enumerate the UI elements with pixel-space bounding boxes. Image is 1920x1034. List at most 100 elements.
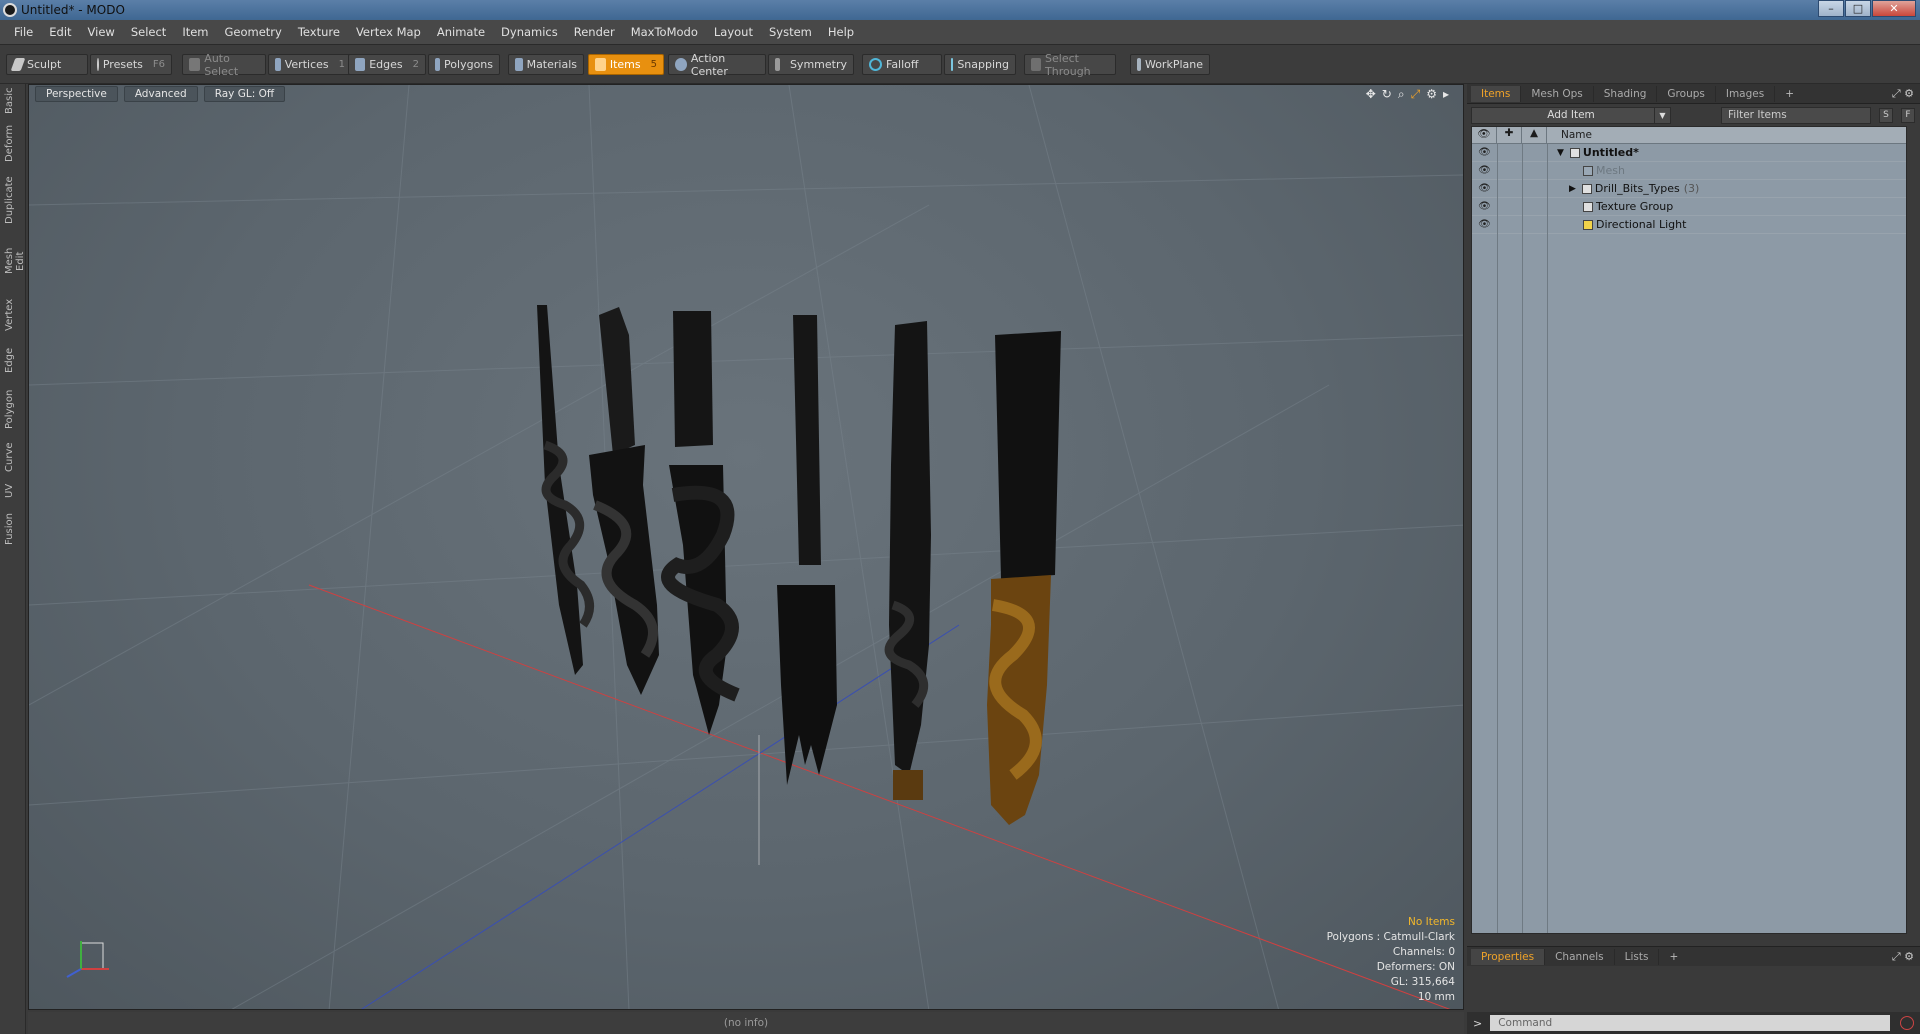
tree-row-directional-light[interactable]: 👁 Directional Light bbox=[1472, 216, 1906, 234]
snapping-icon bbox=[951, 58, 954, 71]
properties-panel-tabs: Properties Channels Lists + ⤢ ⚙ bbox=[1467, 946, 1920, 966]
menu-geometry[interactable]: Geometry bbox=[217, 25, 290, 39]
polygons-button[interactable]: Polygons bbox=[428, 54, 500, 75]
tab-properties[interactable]: Properties bbox=[1471, 948, 1546, 965]
menu-select[interactable]: Select bbox=[123, 25, 174, 39]
minimize-button[interactable]: – bbox=[1818, 0, 1844, 17]
auto-select-button[interactable]: Auto Select bbox=[182, 52, 266, 78]
presets-icon bbox=[97, 58, 99, 71]
menu-layout[interactable]: Layout bbox=[706, 25, 761, 39]
eye-icon[interactable]: 👁 bbox=[1472, 165, 1497, 176]
menu-view[interactable]: View bbox=[80, 25, 123, 39]
menu-render[interactable]: Render bbox=[566, 25, 623, 39]
menu-edit[interactable]: Edit bbox=[41, 25, 79, 39]
falloff-button[interactable]: Falloff bbox=[862, 54, 942, 75]
close-button[interactable]: ✕ bbox=[1872, 0, 1916, 17]
rotate-view-icon[interactable]: ↻ bbox=[1382, 87, 1392, 102]
fit-view-icon[interactable]: ⤢ bbox=[1411, 87, 1421, 102]
menu-texture[interactable]: Texture bbox=[290, 25, 348, 39]
search-toggle-button[interactable]: S bbox=[1879, 107, 1893, 123]
left-tool-tabs: Basic Deform Duplicate Mesh Edit Vertex … bbox=[0, 84, 26, 1034]
snapping-button[interactable]: Snapping bbox=[944, 54, 1016, 75]
3d-viewport[interactable]: Perspective Advanced Ray GL: Off ✥ ↻ ⌕ ⤢… bbox=[28, 84, 1464, 1010]
tab-channels[interactable]: Channels bbox=[1545, 948, 1615, 965]
items-button[interactable]: Items 5 bbox=[588, 54, 664, 75]
select-through-button[interactable]: Select Through bbox=[1024, 52, 1116, 78]
tab-uv[interactable]: UV bbox=[4, 482, 20, 500]
add-tab-button[interactable]: + bbox=[1775, 86, 1804, 102]
menu-item[interactable]: Item bbox=[174, 25, 216, 39]
drill-bit-5 bbox=[884, 321, 931, 800]
tab-duplicate[interactable]: Duplicate bbox=[4, 176, 20, 224]
tab-curve[interactable]: Curve bbox=[4, 442, 20, 472]
mesh-icon bbox=[1583, 165, 1593, 176]
panel-options-icon[interactable]: ⤢ ⚙ bbox=[1892, 87, 1920, 101]
workplane-icon bbox=[1137, 58, 1141, 71]
tab-mesh-edit[interactable]: Mesh Edit bbox=[4, 238, 26, 284]
tab-fusion[interactable]: Fusion bbox=[4, 510, 20, 548]
expand-icon[interactable]: ▶ bbox=[1569, 184, 1576, 194]
tab-vertex[interactable]: Vertex bbox=[4, 298, 20, 332]
eye-icon[interactable]: 👁 bbox=[1472, 219, 1497, 230]
menu-animate[interactable]: Animate bbox=[429, 25, 493, 39]
panel-options-icon[interactable]: ⤢ ⚙ bbox=[1892, 950, 1920, 964]
tab-shading[interactable]: Shading bbox=[1594, 85, 1658, 102]
tree-row-drill-bits[interactable]: 👁 ▶ Drill_Bits_Types (3) bbox=[1472, 180, 1906, 198]
add-tab-button[interactable]: + bbox=[1659, 949, 1688, 965]
tab-basic[interactable]: Basic bbox=[4, 88, 20, 114]
lock-column-icon: ✚ bbox=[1497, 127, 1522, 143]
tree-row-mesh[interactable]: 👁 Mesh bbox=[1472, 162, 1906, 180]
menu-system[interactable]: System bbox=[761, 25, 820, 39]
maximize-button[interactable]: □ bbox=[1845, 0, 1871, 17]
edges-button[interactable]: Edges 2 bbox=[348, 54, 426, 75]
item-list-header: 👁 ✚ ▲ Name bbox=[1472, 127, 1906, 144]
add-item-dropdown[interactable]: Add Item ▼ bbox=[1471, 106, 1671, 124]
filter-toggle-button[interactable]: F bbox=[1901, 107, 1915, 123]
filter-items-input[interactable]: Filter Items bbox=[1721, 106, 1871, 124]
viewport-scene bbox=[29, 85, 1463, 1009]
action-center-button[interactable]: Action Center bbox=[668, 52, 766, 78]
vertices-button[interactable]: Vertices 1 bbox=[268, 54, 352, 75]
viewport-settings-icon[interactable]: ⚙ bbox=[1426, 87, 1437, 102]
materials-icon bbox=[515, 58, 523, 71]
materials-button[interactable]: Materials bbox=[508, 54, 584, 75]
menu-dynamics[interactable]: Dynamics bbox=[493, 25, 566, 39]
modo-logo-icon bbox=[3, 3, 17, 17]
expand-icon[interactable]: ▼ bbox=[1557, 148, 1564, 158]
raygl-button[interactable]: Ray GL: Off bbox=[203, 86, 286, 102]
workplane-button[interactable]: WorkPlane bbox=[1130, 54, 1210, 75]
tab-deform[interactable]: Deform bbox=[4, 125, 20, 162]
status-bar: (no info) bbox=[28, 1012, 1464, 1034]
move-view-icon[interactable]: ✥ bbox=[1366, 87, 1376, 102]
right-panel: Items Mesh Ops Shading Groups Images + ⤢… bbox=[1467, 84, 1920, 1034]
command-history-button[interactable] bbox=[1900, 1016, 1915, 1030]
tree-row-untitled[interactable]: 👁 ▼ Untitled* bbox=[1472, 144, 1906, 162]
menu-help[interactable]: Help bbox=[820, 25, 862, 39]
zoom-view-icon[interactable]: ⌕ bbox=[1398, 87, 1405, 102]
tab-edge[interactable]: Edge bbox=[4, 346, 20, 374]
tab-polygon[interactable]: Polygon bbox=[4, 388, 20, 430]
eye-icon[interactable]: 👁 bbox=[1472, 183, 1497, 194]
tab-mesh-ops[interactable]: Mesh Ops bbox=[1521, 85, 1594, 102]
symmetry-button[interactable]: Symmetry bbox=[768, 54, 854, 75]
drill-bit-4 bbox=[777, 315, 837, 785]
shading-mode-button[interactable]: Advanced bbox=[123, 86, 198, 102]
viewport-menu-icon[interactable]: ▸ bbox=[1443, 87, 1449, 102]
menu-file[interactable]: File bbox=[6, 25, 41, 39]
name-column-header[interactable]: Name bbox=[1547, 127, 1592, 143]
presets-button[interactable]: Presets F6 bbox=[90, 54, 172, 75]
tab-groups[interactable]: Groups bbox=[1657, 85, 1716, 102]
view-mode-button[interactable]: Perspective bbox=[35, 86, 118, 102]
tree-row-texture-group[interactable]: 👁 Texture Group bbox=[1472, 198, 1906, 216]
eye-icon[interactable]: 👁 bbox=[1472, 201, 1497, 212]
tab-images[interactable]: Images bbox=[1716, 85, 1776, 102]
falloff-icon bbox=[869, 58, 882, 71]
menu-vertex-map[interactable]: Vertex Map bbox=[348, 25, 429, 39]
tab-items[interactable]: Items bbox=[1471, 85, 1522, 102]
eye-icon[interactable]: 👁 bbox=[1472, 147, 1497, 158]
menu-maxtomodo[interactable]: MaxToModo bbox=[623, 25, 706, 39]
tab-lists[interactable]: Lists bbox=[1615, 948, 1660, 965]
sculpt-button[interactable]: Sculpt bbox=[6, 54, 88, 75]
command-input[interactable]: Command bbox=[1490, 1015, 1891, 1031]
vertices-icon bbox=[275, 58, 281, 71]
